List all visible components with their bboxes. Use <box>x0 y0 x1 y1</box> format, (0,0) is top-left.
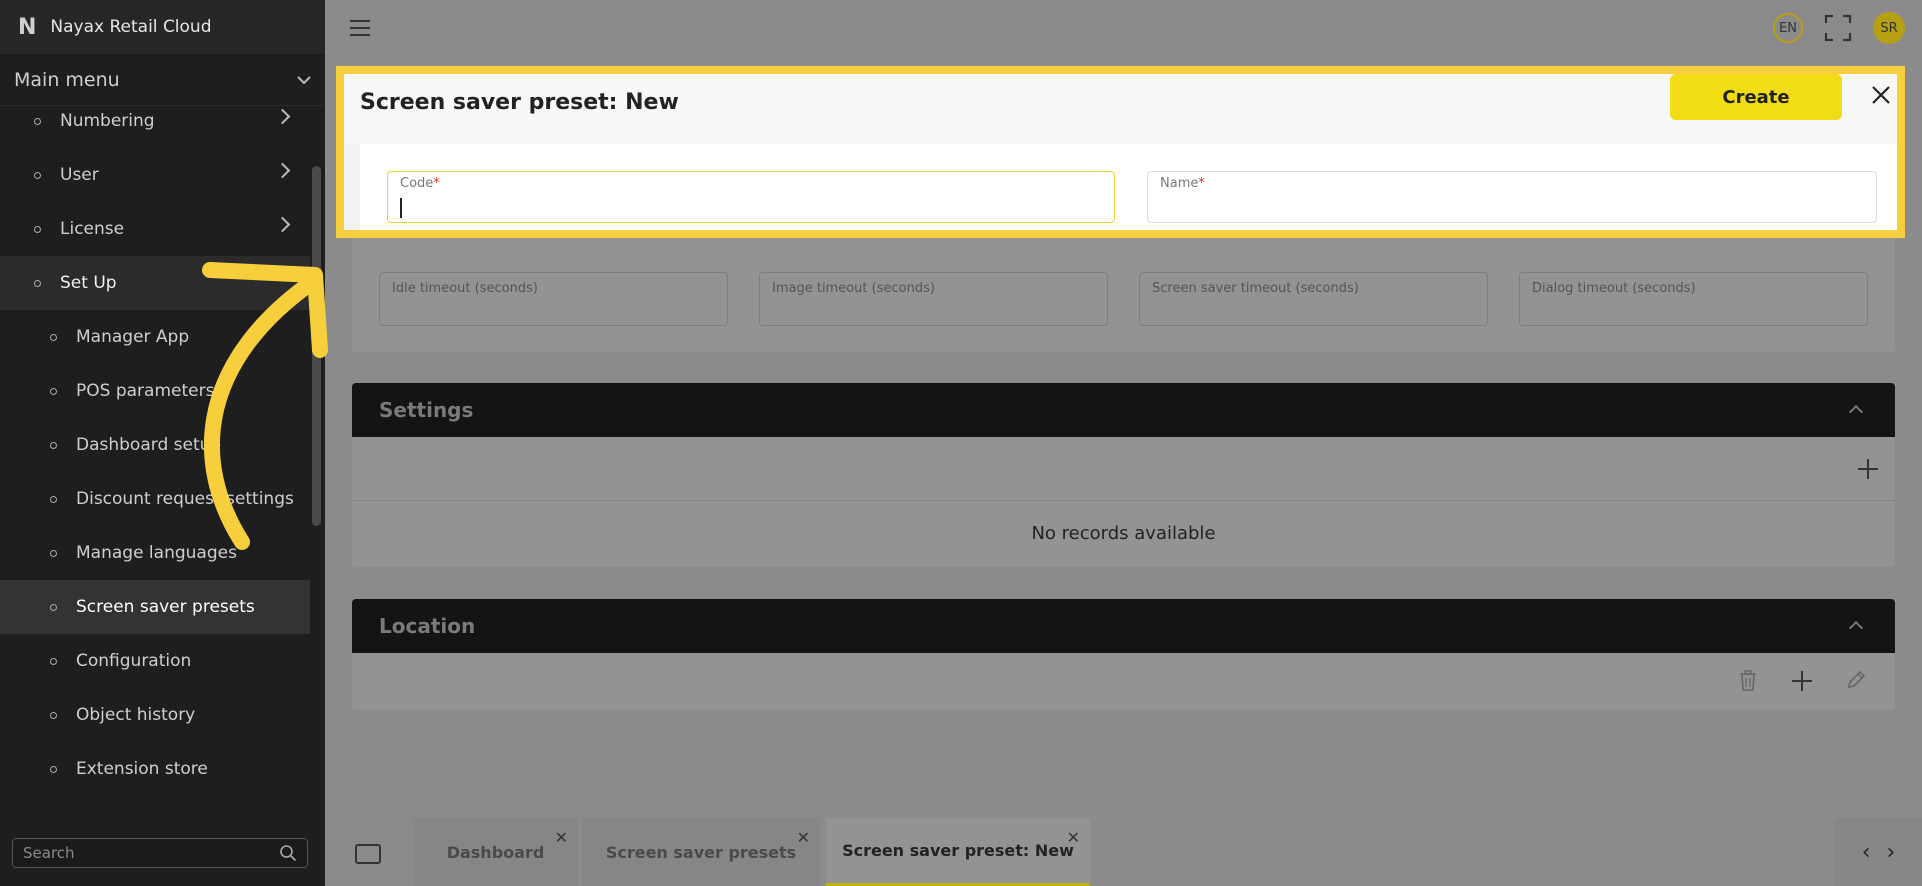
tab-label: Dashboard <box>446 842 545 862</box>
windows-icon[interactable] <box>355 844 381 864</box>
main-menu-label: Main menu <box>14 68 120 91</box>
text-cursor <box>400 198 402 218</box>
trash-icon[interactable] <box>1739 670 1757 692</box>
close-icon[interactable]: ✕ <box>797 828 810 847</box>
sidebar-item-license[interactable]: License <box>0 202 310 256</box>
chevron-down-icon <box>297 75 311 84</box>
brand-name: Nayax Retail Cloud <box>50 17 212 37</box>
sidebar-item-label: Numbering <box>60 111 155 131</box>
sidebar-item-label: Configuration <box>76 651 192 671</box>
dialog-title: Screen saver preset: New <box>360 90 679 115</box>
location-section-header[interactable]: Location <box>352 599 1895 653</box>
sidebar-item-label: Extension store <box>76 759 208 779</box>
chevron-right-icon <box>274 108 291 125</box>
chevron-right-icon <box>274 162 291 179</box>
tab-navigation: ‹ › <box>1835 818 1922 886</box>
search-placeholder: Search <box>23 844 75 862</box>
image-timeout-field[interactable]: Image timeout (seconds) <box>759 272 1108 326</box>
name-field[interactable]: Name* <box>1147 171 1877 223</box>
hamburger-icon[interactable] <box>350 20 370 41</box>
dialog-timeout-field[interactable]: Dialog timeout (seconds) <box>1519 272 1868 326</box>
dialog-body: Code* Name* <box>360 144 1897 230</box>
chevron-up-icon[interactable] <box>1848 404 1864 420</box>
sidebar-item-label: License <box>60 219 125 239</box>
edit-pencil-icon[interactable] <box>1846 670 1866 690</box>
language-button[interactable]: EN <box>1773 13 1803 43</box>
location-section-body <box>352 653 1895 710</box>
sidebar-item-screen-saver-presets[interactable]: Screen saver presets <box>0 580 310 634</box>
avatar[interactable]: SR <box>1873 12 1905 44</box>
brand[interactable]: N Nayax Retail Cloud <box>0 0 325 54</box>
sidebar-item-label: Screen saver presets <box>76 597 255 617</box>
sidebar-item-configuration[interactable]: Configuration <box>0 634 310 688</box>
chevron-right-icon[interactable]: › <box>1887 840 1896 865</box>
settings-section-body: No records available <box>352 437 1895 567</box>
sidebar-item-user[interactable]: User <box>0 148 310 202</box>
sidebar-item-label: Object history <box>76 705 196 725</box>
close-icon[interactable]: ✕ <box>555 828 568 847</box>
tab-dashboard[interactable]: Dashboard ✕ <box>413 818 578 886</box>
field-label: Screen saver timeout (seconds) <box>1152 281 1359 296</box>
settings-section-header[interactable]: Settings <box>352 383 1895 437</box>
chevron-up-icon[interactable] <box>1848 620 1864 636</box>
annotation-arrow <box>202 262 328 550</box>
create-button[interactable]: Create <box>1670 74 1842 120</box>
no-records-text: No records available <box>1031 523 1216 544</box>
settings-title: Settings <box>379 398 474 422</box>
location-title: Location <box>379 614 476 638</box>
plus-icon[interactable] <box>1792 671 1812 691</box>
brand-logo: N <box>18 14 36 40</box>
screen-saver-timeout-field[interactable]: Screen saver timeout (seconds) <box>1139 272 1488 326</box>
plus-icon[interactable] <box>1858 459 1878 479</box>
tab-bar: Dashboard ✕ Screen saver presets ✕ Scree… <box>325 818 1922 886</box>
tab-screen-saver-presets[interactable]: Screen saver presets ✕ <box>582 818 820 886</box>
field-label: Idle timeout (seconds) <box>392 281 538 296</box>
chevron-right-icon <box>274 216 291 233</box>
sidebar-item-label: Manager App <box>76 327 190 347</box>
chevron-left-icon[interactable]: ‹ <box>1862 840 1871 865</box>
sidebar-item-label: User <box>60 165 99 185</box>
field-label: Dialog timeout (seconds) <box>1532 281 1696 296</box>
field-label: Image timeout (seconds) <box>772 281 935 296</box>
close-icon[interactable]: ✕ <box>1067 828 1080 847</box>
timeouts-card: Idle timeout (seconds) Image timeout (se… <box>352 238 1895 352</box>
code-label: Code* <box>400 176 440 191</box>
sidebar-item-numbering[interactable]: Numbering <box>0 94 310 148</box>
name-label: Name* <box>1160 176 1205 191</box>
sidebar-item-object-history[interactable]: Object history <box>0 688 310 742</box>
tab-label: Screen saver preset: New <box>842 841 1074 860</box>
dialog-header: Screen saver preset: New Create <box>344 74 1897 144</box>
tab-screen-saver-preset-new[interactable]: Screen saver preset: New ✕ <box>826 818 1090 886</box>
search-icon[interactable] <box>279 844 297 862</box>
new-preset-dialog: Screen saver preset: New Create Code* Na… <box>336 66 1905 238</box>
sidebar-item-label: Set Up <box>60 273 117 293</box>
close-icon[interactable] <box>1870 84 1892 106</box>
divider <box>352 500 1895 501</box>
sidebar-item-extension-store[interactable]: Extension store <box>0 742 310 796</box>
code-field[interactable]: Code* <box>387 171 1115 223</box>
tab-label: Screen saver presets <box>605 842 797 862</box>
idle-timeout-field[interactable]: Idle timeout (seconds) <box>379 272 728 326</box>
fullscreen-icon[interactable] <box>1824 14 1852 42</box>
sidebar-search-input[interactable]: Search <box>12 838 308 868</box>
